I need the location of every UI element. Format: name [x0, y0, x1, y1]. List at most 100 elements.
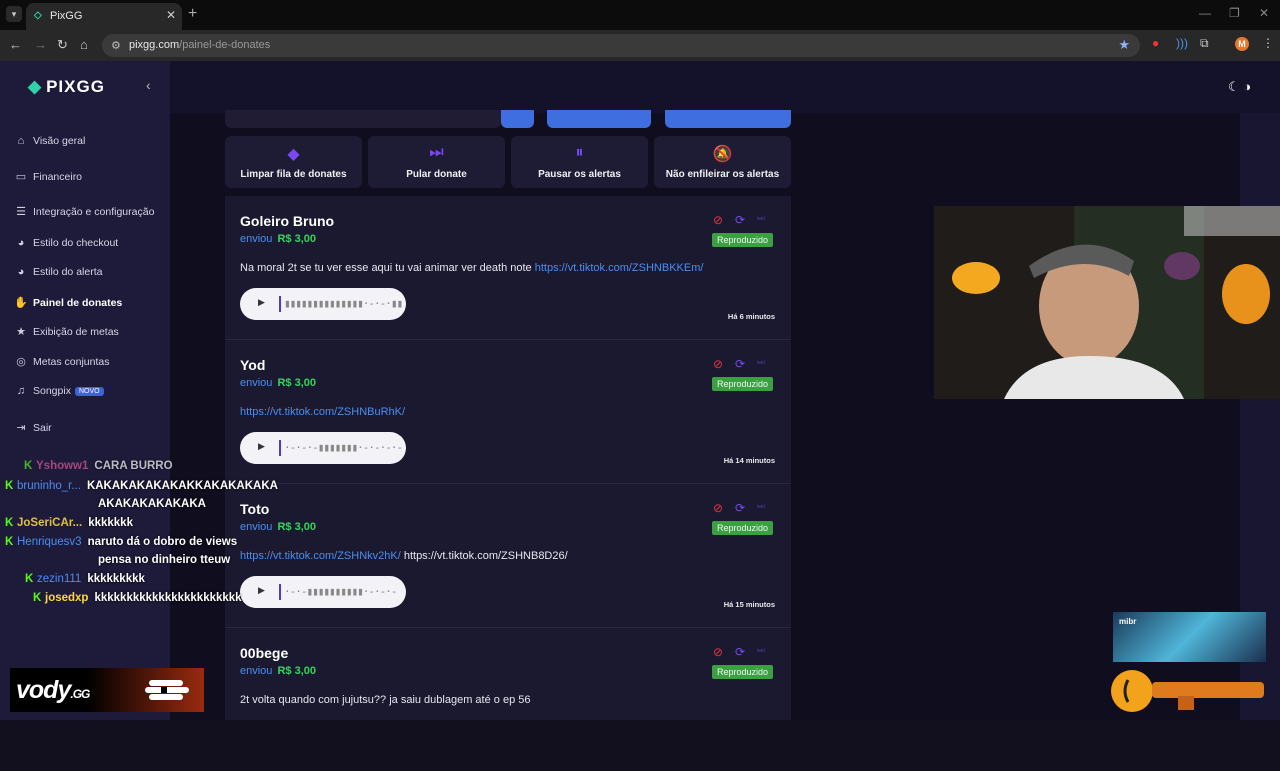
site-info-icon[interactable]: ⚙: [111, 39, 121, 52]
tab-title: PixGG: [50, 10, 83, 22]
extension-wave-icon[interactable]: ))): [1176, 36, 1188, 50]
vody-logo: vody.GG: [16, 676, 90, 704]
palette-icon: ◕: [17, 237, 25, 249]
minimize-icon[interactable]: —: [1199, 6, 1211, 20]
skip-icon[interactable]: ⏭: [757, 645, 765, 656]
filter-button-2[interactable]: [665, 110, 791, 128]
clear-queue-button[interactable]: ◆ Limpar fila de donates: [225, 136, 362, 188]
playhead[interactable]: [279, 440, 281, 456]
pixgg-logo-icon: ◆: [28, 77, 43, 96]
tab-search-dropdown[interactable]: ▾: [6, 6, 22, 22]
play-icon[interactable]: ▶: [258, 297, 265, 308]
kick-icon: K: [5, 536, 14, 548]
donation-controls: ⊘ ⟳ ⏭: [713, 645, 773, 659]
donation-message: Na moral 2t se tu ver esse aqui tu vai a…: [240, 262, 704, 274]
stream-chat-overlay: K Yshoww1 CARA BURRO Kbruninho_r... KAKAKAK…: [0, 460, 278, 610]
collapse-sidebar-icon[interactable]: ‹: [146, 77, 151, 93]
donation-controls: ⊘ ⟳ ⏭: [713, 357, 773, 371]
close-tab-icon[interactable]: ✕: [166, 8, 176, 22]
kick-icon: K: [25, 573, 34, 585]
skip-donate-button[interactable]: ⏭ Pular donate: [368, 136, 505, 188]
sidebar-item-painel-donates[interactable]: ✋ Painel de donates: [14, 296, 122, 309]
sidebar-item-visao-geral[interactable]: ⌂ Visão geral: [14, 135, 86, 147]
status-badge: Reproduzido: [712, 233, 774, 247]
star-icon: ★: [16, 326, 26, 338]
playhead[interactable]: [279, 296, 281, 312]
block-icon[interactable]: ⊘: [713, 501, 723, 515]
play-icon[interactable]: ▶: [258, 441, 265, 452]
chat-message: AKAKAKAKAKAKA: [98, 498, 206, 510]
pixgg-logo: ◆ PIXGG: [28, 77, 105, 96]
theme-toggle-icon[interactable]: ☾ ◑: [1228, 79, 1251, 95]
pause-alerts-button[interactable]: ⏸ Pausar os alertas: [511, 136, 648, 188]
filter-input[interactable]: [225, 110, 501, 128]
home-icon[interactable]: ⌂: [80, 37, 88, 52]
chat-message: K JoSeriCAr... kkkkkkk: [5, 517, 133, 529]
forward-icon[interactable]: →: [34, 37, 47, 52]
reload-icon[interactable]: ↻: [57, 37, 68, 53]
audio-player[interactable]: ▶ ▮▮▮▮▮▮▮▮▮▮▮▮▮▮·-·-·▮▮: [240, 288, 406, 320]
sponsor-banner: mibr: [1113, 612, 1266, 662]
donation-amount: R$ 3,00: [277, 521, 317, 533]
sidebar-item-integracao[interactable]: ☰ Integração e configuração: [14, 205, 154, 218]
chat-message: Kzezin111 kkkkkkkkk: [25, 573, 145, 585]
filter-search-button[interactable]: [501, 110, 534, 128]
chat-message: Kbruninho_r... KAKAKAKAKAKAKKAKAKAKAKA: [5, 480, 278, 492]
skip-icon[interactable]: ⏭: [757, 213, 765, 224]
sidebar-item-financeiro[interactable]: ▭ Financeiro: [14, 170, 82, 183]
filter-button-1[interactable]: [547, 110, 651, 128]
eraser-icon: ◆: [287, 146, 300, 163]
chat-message: K Yshoww1 CARA BURRO: [24, 460, 173, 472]
sidebar-item-estilo-alerta[interactable]: ◕ Estilo do alerta: [14, 266, 103, 278]
donation-message: https://vt.tiktok.com/ZSHNBuRhK/: [240, 406, 405, 418]
kick-icon: K: [24, 460, 33, 472]
message-link[interactable]: https://vt.tiktok.com/ZSHNBuRhK/: [240, 406, 405, 418]
status-badge: Reproduzido: [712, 665, 774, 679]
donation-amount: R$ 3,00: [277, 377, 317, 389]
replay-icon[interactable]: ⟳: [735, 501, 745, 515]
donation-card: Goleiro Bruno enviou R$ 3,00 ⊘ ⟳ ⏭ Repro…: [225, 196, 791, 340]
extensions-puzzle-icon[interactable]: ⧉: [1200, 36, 1209, 51]
filter-row: [225, 110, 791, 128]
app-topbar: [170, 61, 1280, 113]
waveform: ·-·-·-▮▮▮▮▮▮▮·-·-·-·-: [284, 441, 403, 454]
donation-card: 00bege enviou R$ 3,00 ⊘ ⟳ ⏭ Reproduzido …: [225, 628, 791, 771]
browser-tab[interactable]: ◇ PixGG ✕: [26, 3, 182, 30]
sidebar-item-sair[interactable]: ⇥ Sair: [14, 421, 51, 434]
sidebar-item-songpix[interactable]: ♫ Songpix NOVO: [14, 385, 104, 397]
bookmark-star-icon[interactable]: ★: [1118, 37, 1130, 53]
waveform: ▮▮▮▮▮▮▮▮▮▮▮▮▮▮·-·-·▮▮: [284, 297, 403, 310]
block-icon[interactable]: ⊘: [713, 645, 723, 659]
url-text: pixgg.com/painel-de-donates: [129, 39, 271, 51]
vody-banner: vody.GG: [10, 668, 204, 712]
no-queue-alerts-button[interactable]: 🔕 Não enfileirar os alertas: [654, 136, 791, 188]
kick-icon: K: [5, 517, 14, 529]
chat-message: K Henriquesv3 naruto dá o dobro de views: [5, 536, 238, 548]
donation-time: Há 15 minutos: [723, 600, 775, 609]
close-window-icon[interactable]: ✕: [1259, 6, 1269, 20]
profile-avatar[interactable]: M: [1235, 37, 1249, 51]
sidebar-item-exibicao-metas[interactable]: ★ Exibição de metas: [14, 325, 119, 338]
restore-icon[interactable]: ❐: [1229, 6, 1240, 20]
playhead[interactable]: [279, 584, 281, 600]
replay-icon[interactable]: ⟳: [735, 357, 745, 371]
browser-menu-icon[interactable]: ⋮: [1262, 36, 1274, 50]
waveform: ·-·-▮▮▮▮▮▮▮▮▮▮·-·-·-: [284, 585, 397, 598]
block-icon[interactable]: ⊘: [713, 357, 723, 371]
sidebar-item-estilo-checkout[interactable]: ◕ Estilo do checkout: [14, 237, 119, 249]
block-icon[interactable]: ⊘: [713, 213, 723, 227]
target-icon: ◎: [16, 356, 26, 368]
sidebar-item-metas-conjuntas[interactable]: ◎ Metas conjuntas: [14, 355, 109, 368]
message-link[interactable]: https://vt.tiktok.com/ZSHNBKKEm/: [535, 262, 704, 274]
skip-icon[interactable]: ⏭: [757, 357, 765, 368]
wallet-icon: ▭: [15, 171, 27, 183]
new-tab-icon[interactable]: +: [188, 5, 197, 23]
extension-record-icon[interactable]: ●: [1152, 36, 1159, 50]
skip-icon[interactable]: ⏭: [757, 501, 765, 512]
back-icon[interactable]: ←: [9, 37, 22, 52]
skip-icon: ⏭: [429, 144, 444, 161]
address-bar[interactable]: ⚙ pixgg.com/painel-de-donates ★: [102, 34, 1140, 57]
replay-icon[interactable]: ⟳: [735, 645, 745, 659]
replay-icon[interactable]: ⟳: [735, 213, 745, 227]
bell-off-icon: 🔕: [712, 146, 733, 163]
